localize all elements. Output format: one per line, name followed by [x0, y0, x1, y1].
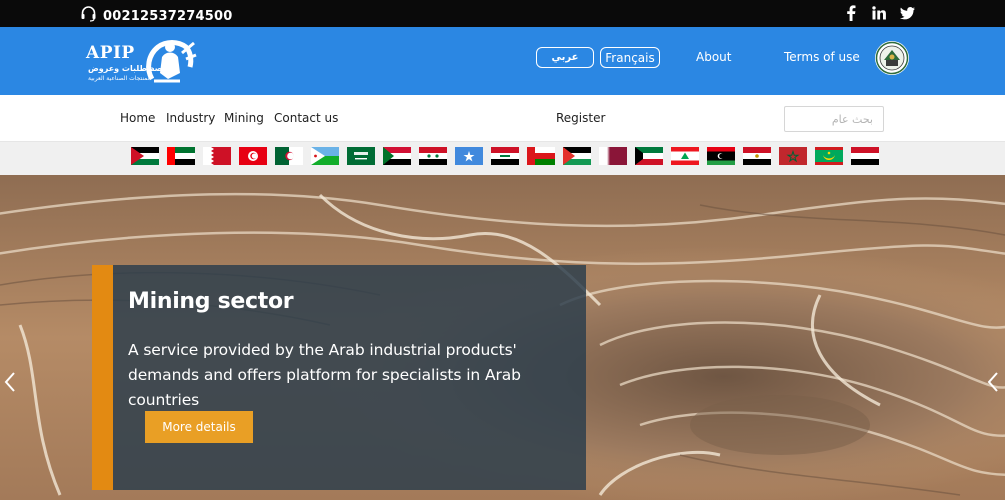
phone-number: 00212537274500: [103, 8, 233, 24]
search-input[interactable]: [784, 106, 884, 132]
terms-of-use-link[interactable]: Terms of use: [784, 50, 860, 64]
flag-iraq[interactable]: [491, 147, 519, 165]
flag-uae[interactable]: [167, 147, 195, 165]
contact-bar: 00212537274500: [0, 0, 1005, 27]
nav-mining[interactable]: Mining: [224, 111, 264, 125]
flag-somalia[interactable]: [455, 147, 483, 165]
flag-morocco[interactable]: [779, 147, 807, 165]
flag-libya[interactable]: [707, 147, 735, 165]
flag-tunisia[interactable]: [239, 147, 267, 165]
twitter-icon[interactable]: [899, 4, 915, 22]
flag-saudi-arabia[interactable]: [347, 147, 375, 165]
nav-register[interactable]: Register: [556, 111, 605, 125]
flag-qatar[interactable]: [599, 147, 627, 165]
flag-egypt[interactable]: [743, 147, 771, 165]
country-flags-bar: [0, 142, 1005, 175]
flag-jordan[interactable]: [131, 147, 159, 165]
slider-prev-arrow-icon[interactable]: [2, 370, 18, 394]
nav-contact-us[interactable]: Contact us: [274, 111, 338, 125]
flag-palestine[interactable]: [563, 147, 591, 165]
flag-djibouti[interactable]: [311, 147, 339, 165]
hero-description: A service provided by the Arab industria…: [128, 341, 521, 409]
site-header: APIP منصة طلبات وعروض المنتجات الصناعية …: [0, 27, 1005, 95]
logo-text: APIP: [86, 43, 135, 63]
organization-emblem-icon: [875, 41, 909, 75]
main-navigation: Home Industry Mining Contact us Register: [0, 95, 1005, 142]
headset-icon: [80, 6, 97, 26]
flag-lebanon[interactable]: [671, 147, 699, 165]
flag-oman[interactable]: [527, 147, 555, 165]
flag-yemen[interactable]: [851, 147, 879, 165]
flag-kuwait[interactable]: [635, 147, 663, 165]
nav-home[interactable]: Home: [120, 111, 155, 125]
nav-industry[interactable]: Industry: [166, 111, 215, 125]
caption-accent-bar: [92, 265, 113, 490]
hero-title: Mining sector: [128, 289, 294, 314]
flag-algeria[interactable]: [275, 147, 303, 165]
hero-slider: Mining sector A service provided by the …: [0, 175, 1005, 500]
linkedin-icon[interactable]: [871, 4, 887, 22]
language-french-button[interactable]: Français: [600, 47, 660, 68]
phone-contact[interactable]: 00212537274500: [80, 6, 232, 26]
hero-caption: Mining sector A service provided by the …: [92, 265, 586, 490]
site-logo[interactable]: APIP منصة طلبات وعروض المنتجات الصناعية …: [86, 33, 198, 89]
social-links: [843, 4, 915, 22]
about-link[interactable]: About: [696, 50, 731, 64]
facebook-icon[interactable]: [843, 4, 859, 22]
flag-mauritania[interactable]: [815, 147, 843, 165]
flag-syria[interactable]: [419, 147, 447, 165]
flag-sudan[interactable]: [383, 147, 411, 165]
slider-next-arrow-icon[interactable]: [986, 370, 1002, 394]
language-arabic-button[interactable]: عربي: [536, 47, 594, 68]
logo-worker-icon: [146, 40, 197, 83]
flag-bahrain[interactable]: [203, 147, 231, 165]
more-details-button[interactable]: More details: [145, 411, 253, 443]
